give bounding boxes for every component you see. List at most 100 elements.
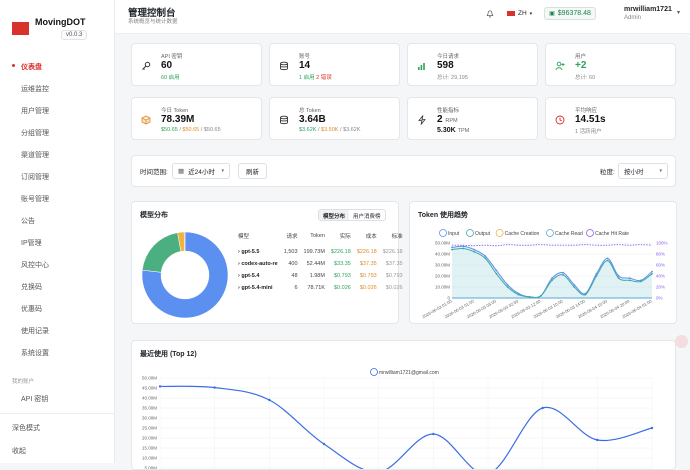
sidebar-item-api-keys[interactable]: API 密钥 [21, 394, 48, 404]
data-point [562, 274, 565, 276]
y-tick-label: 40.00M [142, 396, 157, 401]
sidebar-item-risk[interactable]: 风控中心 [21, 260, 49, 270]
stat-label: 今日 Token [161, 108, 189, 114]
data-point [562, 271, 565, 274]
time-range-value: 近24小时 [188, 169, 215, 176]
model-table: 模型 请求 Token 实际 成本 标准 › gpt-5.5 1,503 199.7… [235, 232, 406, 294]
model-distribution-card: 模型分布 模型分布 用户消费榜 模型 请求 Token 实际 成本 标准 › g… [131, 201, 403, 324]
sidebar-item-label: 仪表盘 [21, 64, 42, 71]
table-row[interactable]: › codex-auto-re 400 52.44M $33.35 $37.35 $37.… [235, 258, 406, 270]
sidebar: MovingDOT v0.0.3 仪表盘 运维监控 用户管理 分组管理 渠道管理… [0, 0, 115, 463]
assistant-icon[interactable] [675, 335, 688, 348]
data-point [596, 438, 599, 442]
user-role: Admin [624, 15, 642, 21]
flag-icon [507, 11, 515, 16]
data-point [451, 248, 453, 251]
data-point [551, 279, 553, 282]
stat-card-today-requests: 今日请求 598 总计: 29,195 [407, 43, 538, 86]
legend-label: Cache Creation [505, 231, 540, 237]
stat-label: 平均响应 [575, 108, 598, 114]
data-point [628, 279, 631, 282]
data-point [650, 426, 654, 430]
sidebar-item-announcements[interactable]: 公告 [21, 216, 35, 226]
y-tick-label: 35.00M [142, 406, 157, 411]
sidebar-item-users[interactable]: 用户管理 [21, 106, 49, 116]
dark-mode-toggle[interactable]: 深色模式 [12, 423, 40, 433]
y2-tick-label: 60% [656, 263, 665, 268]
rpm-unit: RPM [445, 118, 458, 124]
chevron-down-icon[interactable]: ▾ [677, 9, 680, 16]
table-row[interactable]: › gpt-5.4-mini 6 78.71K $0.026 $0.026 $0.026 [235, 282, 406, 294]
database-icon [280, 61, 288, 71]
topbar: 管理控制台 系统概览与统计数据 ZH ▾ ▣ $96378.48 mrwilliam… [115, 0, 690, 34]
rpm-value: 2 [437, 114, 443, 125]
cell-standard-cost: $226.18 [382, 249, 403, 255]
stat-sub: $3.62K / $3.50K / $3.62K [299, 127, 361, 133]
sidebar-item-ops-monitor[interactable]: 运维监控 [21, 84, 49, 94]
tab-model-distribution[interactable]: 模型分布 [319, 210, 350, 220]
data-point [506, 283, 509, 286]
wallet-icon: ▣ [549, 11, 555, 17]
key-icon [142, 61, 151, 70]
model-name-text: codex-auto-re [241, 261, 278, 267]
data-point [595, 275, 598, 277]
sidebar-item-settings[interactable]: 系统设置 [21, 348, 49, 358]
y-tick-label: 30.00M [142, 416, 157, 421]
stat-sub-actual: $50.65 [161, 127, 178, 133]
granularity-select[interactable]: 按小时 ▾ [618, 163, 668, 179]
data-point [268, 398, 271, 402]
y2-tick-label: 40% [656, 274, 665, 279]
sidebar-item-usage[interactable]: 使用记录 [21, 326, 49, 336]
time-range-select[interactable]: ▦ 近24小时 ▾ [172, 163, 230, 179]
stat-sub: 1 启用 2 错误 [299, 73, 332, 81]
cell-model-name: › gpt-5.5 [235, 246, 281, 258]
model-distribution-title: 模型分布 [140, 212, 168, 219]
data-point [473, 250, 476, 253]
lightning-icon [418, 115, 426, 125]
stat-card-total-tokens: 总 Token 3.64B $3.62K / $3.50K / $3.62K [269, 97, 400, 140]
stat-card-avg-response: 平均响应 14.51s 1 活跃用户 [545, 97, 676, 140]
stat-value: 598 [437, 60, 454, 71]
sidebar-item-accounts[interactable]: 账号管理 [21, 194, 49, 204]
language-switch[interactable]: ZH ▾ [507, 10, 532, 17]
data-point [517, 293, 520, 296]
table-row[interactable]: › gpt-5.4 48 1.98M $0.793 $0.793 $0.793 [235, 270, 406, 282]
tab-user-ranking[interactable]: 用户消费榜 [349, 210, 385, 220]
refresh-button[interactable]: 刷新 [238, 163, 267, 179]
stat-label: 今日请求 [437, 54, 460, 60]
y-tick-label: 40.00M [435, 252, 450, 257]
sidebar-item-dashboard[interactable]: 仪表盘 [12, 62, 42, 72]
y-tick-label: 5.00M [144, 466, 157, 470]
bell-icon[interactable] [486, 10, 494, 18]
y-tick-label: 20.00M [142, 436, 157, 441]
col-actual: 实际 [339, 234, 351, 240]
username[interactable]: mrwilliam1721 [624, 6, 672, 13]
token-trend-chart: Input Output Cache Creation Cache Read Cache… [421, 229, 668, 319]
stat-label: 用户 [575, 54, 587, 60]
recent-usage-chart: mrwilliam1721@gmail.com 50.00M 45.00M 40.00… [142, 368, 654, 470]
sidebar-item-channels[interactable]: 渠道管理 [21, 150, 49, 160]
stat-value: 14 [299, 60, 311, 71]
sidebar-item-ip[interactable]: IP管理 [21, 238, 42, 248]
data-point [539, 294, 542, 297]
y-tick-label: 15.00M [142, 446, 157, 451]
balance-badge[interactable]: ▣ $96378.48 [544, 7, 596, 20]
sidebar-item-coupons[interactable]: 优惠码 [21, 304, 42, 314]
chevron-down-icon: ▾ [529, 10, 533, 17]
data-point [628, 277, 631, 280]
series-line-Cache Hit Rate [451, 244, 653, 247]
sidebar-item-redeem[interactable]: 兑换码 [21, 282, 42, 292]
cell-requests: 1,503 [283, 249, 298, 255]
stat-label: 账号 [299, 54, 311, 60]
stat-sub: 总计: 29,195 [437, 75, 468, 81]
collapse-sidebar-button[interactable]: 收起 [12, 446, 26, 456]
sidebar-item-subscriptions[interactable]: 订阅管理 [21, 172, 49, 182]
stat-sub-cost: $50.65 [182, 127, 200, 133]
tpm-value: 5.30K [437, 127, 456, 134]
calendar-icon: ▦ [178, 168, 185, 175]
bar-chart-icon [418, 63, 425, 70]
sidebar-item-groups[interactable]: 分组管理 [21, 128, 49, 138]
stat-label: API 密钥 [161, 54, 183, 60]
table-row[interactable]: › gpt-5.5 1,503 199.73M $226.18 $226.18 $226.… [235, 246, 406, 258]
data-point [473, 248, 476, 251]
